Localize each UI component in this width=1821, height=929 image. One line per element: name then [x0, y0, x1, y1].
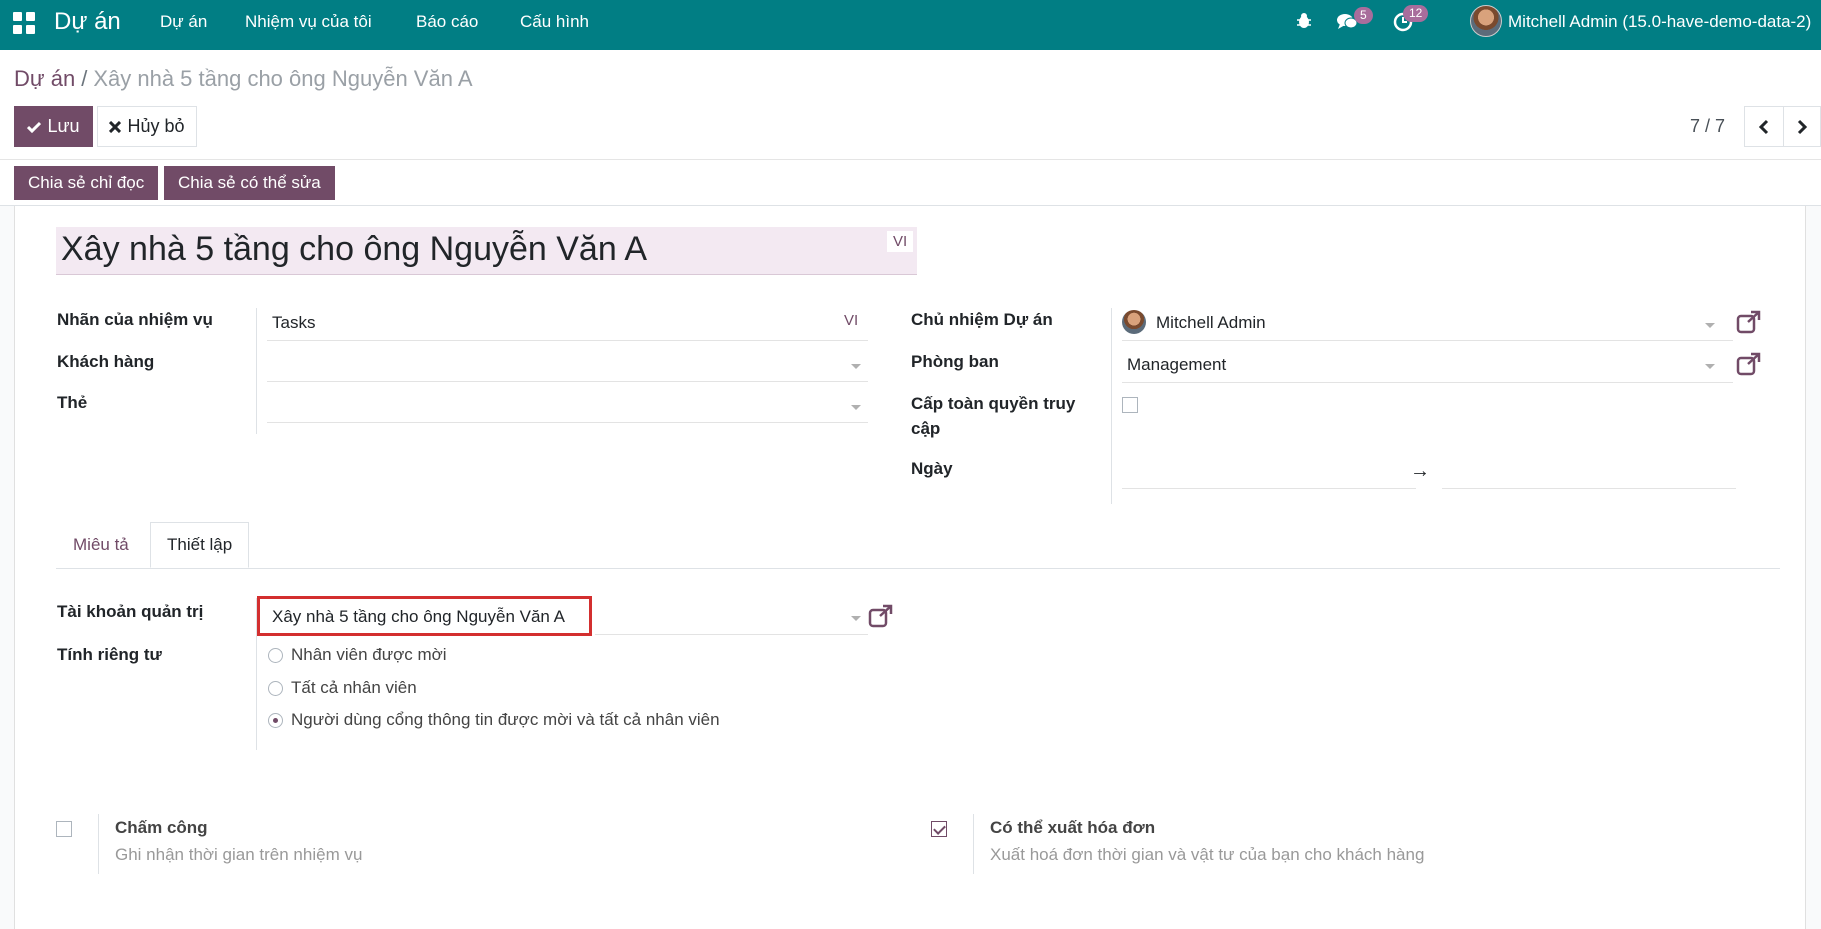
department-label: Phòng ban	[911, 352, 999, 371]
breadcrumb-projects-link[interactable]: Dự án	[14, 66, 75, 91]
billable-description: Xuất hoá đơn thời gian và vật tư của bạn…	[990, 845, 1425, 864]
privacy-option-invited-label[interactable]: Nhân viên được mời	[291, 645, 447, 665]
analytic-underline	[595, 634, 868, 635]
privacy-radio-employees[interactable]	[268, 681, 283, 696]
full-access-checkbox[interactable]	[1122, 397, 1138, 413]
breadcrumb-current: Xây nhà 5 tầng cho ông Nguyễn Văn A	[93, 66, 473, 91]
date-label: Ngày	[911, 459, 953, 478]
task-label-input[interactable]: Tasks	[272, 313, 315, 333]
tabs-divider	[56, 568, 1780, 569]
share-editable-button[interactable]: Chia sẻ có thể sửa	[164, 166, 335, 200]
pager-previous-button[interactable]	[1744, 106, 1784, 147]
user-menu[interactable]: Mitchell Admin (15.0-have-demo-data-2)	[1508, 12, 1811, 32]
billable-checkbox[interactable]	[931, 821, 947, 837]
analytic-account-input[interactable]: Xây nhà 5 tầng cho ông Nguyễn Văn A	[272, 607, 565, 627]
full-access-label-line1: Cấp toàn quyền truy	[911, 394, 1076, 413]
status-bar: Chia sẻ chỉ đọc Chia sẻ có thể sửa	[0, 160, 1821, 206]
timesheets-title: Chấm công	[115, 818, 208, 837]
pager-next-button[interactable]	[1783, 106, 1821, 147]
breadcrumb-separator: /	[81, 66, 88, 91]
chevron-left-icon	[1758, 119, 1769, 134]
tab-settings[interactable]: Thiết lập	[150, 522, 250, 568]
activities-badge: 12	[1403, 5, 1429, 22]
manager-dropdown-icon[interactable]	[1705, 323, 1715, 328]
department-input[interactable]: Management	[1127, 355, 1226, 375]
discard-button[interactable]: Hủy bỏ	[97, 106, 197, 147]
pager-value[interactable]: 7 / 7	[1690, 116, 1725, 137]
menu-configuration[interactable]: Cấu hình	[520, 12, 589, 32]
department-underline	[1122, 382, 1733, 383]
manager-external-link-icon[interactable]	[1736, 310, 1762, 334]
privacy-radio-portal[interactable]	[268, 713, 283, 728]
customer-underline	[267, 381, 868, 382]
customer-dropdown-icon[interactable]	[851, 364, 861, 369]
date-end-input[interactable]	[1442, 488, 1736, 489]
tags-underline	[267, 422, 868, 423]
privacy-option-employees-label[interactable]: Tất cả nhân viên	[291, 678, 417, 698]
project-manager-input[interactable]: Mitchell Admin	[1156, 313, 1266, 333]
project-name-value: Xây nhà 5 tầng cho ông Nguyễn Văn A	[61, 230, 648, 268]
project-name-lang-button[interactable]: VI	[887, 231, 914, 252]
save-button[interactable]: Lưu	[14, 106, 93, 147]
close-icon	[109, 120, 122, 133]
menu-my-tasks[interactable]: Nhiệm vụ của tôi	[245, 12, 372, 32]
menu-projects[interactable]: Dự án	[160, 12, 207, 32]
billable-separator	[973, 814, 974, 874]
timesheets-description: Ghi nhận thời gian trên nhiệm vụ	[115, 845, 363, 864]
chevron-right-icon	[1797, 119, 1808, 134]
debug-bug-icon[interactable]	[1296, 12, 1312, 30]
task-label-label: Nhãn của nhiệm vụ	[57, 310, 213, 329]
right-group-separator	[1111, 308, 1112, 504]
analytic-account-label: Tài khoản quản trị	[57, 602, 204, 621]
department-dropdown-icon[interactable]	[1705, 364, 1715, 369]
user-avatar[interactable]	[1470, 5, 1502, 37]
top-navbar: Dự án Dự án Nhiệm vụ của tôi Báo cáo Cấu…	[0, 0, 1821, 50]
timesheets-checkbox[interactable]	[56, 821, 72, 837]
privacy-option-portal-label[interactable]: Người dùng cổng thông tin được mời và tấ…	[291, 710, 720, 730]
messages-badge: 5	[1354, 7, 1373, 24]
customer-label: Khách hàng	[57, 352, 155, 371]
tags-dropdown-icon[interactable]	[851, 405, 861, 410]
project-manager-label: Chủ nhiệm Dự án	[911, 310, 1053, 329]
department-external-link-icon[interactable]	[1736, 352, 1762, 376]
tags-label: Thẻ	[57, 393, 88, 412]
share-readonly-button[interactable]: Chia sẻ chỉ đọc	[14, 166, 159, 200]
manager-underline	[1122, 340, 1733, 341]
discard-button-label: Hủy bỏ	[127, 116, 185, 136]
date-start-input[interactable]	[1122, 488, 1416, 489]
apps-menu-icon[interactable]	[13, 12, 35, 34]
breadcrumb: Dự án / Xây nhà 5 tầng cho ông Nguyễn Văn …	[14, 66, 473, 92]
privacy-label: Tính riêng tư	[57, 645, 162, 664]
date-range-arrow-icon: →	[1410, 460, 1430, 482]
privacy-radio-invited[interactable]	[268, 648, 283, 663]
full-access-label-line2: cập	[911, 419, 941, 438]
manager-avatar	[1122, 310, 1146, 334]
check-icon	[27, 121, 42, 133]
analytic-dropdown-icon[interactable]	[851, 616, 861, 621]
task-label-lang-button[interactable]: VI	[844, 312, 858, 329]
app-brand[interactable]: Dự án	[54, 8, 121, 36]
control-panel: Dự án / Xây nhà 5 tầng cho ông Nguyễn Văn …	[0, 50, 1821, 160]
billable-title: Có thể xuất hóa đơn	[990, 818, 1156, 837]
tab-description[interactable]: Miêu tả	[57, 522, 145, 568]
task-label-underline	[267, 340, 868, 341]
analytic-external-link-icon[interactable]	[868, 604, 894, 628]
save-button-label: Lưu	[47, 116, 80, 136]
left-group-separator	[256, 308, 257, 434]
timesheets-separator	[98, 814, 99, 874]
menu-reporting[interactable]: Báo cáo	[416, 12, 478, 32]
form-sheet: Xây nhà 5 tầng cho ông Nguyễn Văn A VI N…	[14, 206, 1806, 929]
